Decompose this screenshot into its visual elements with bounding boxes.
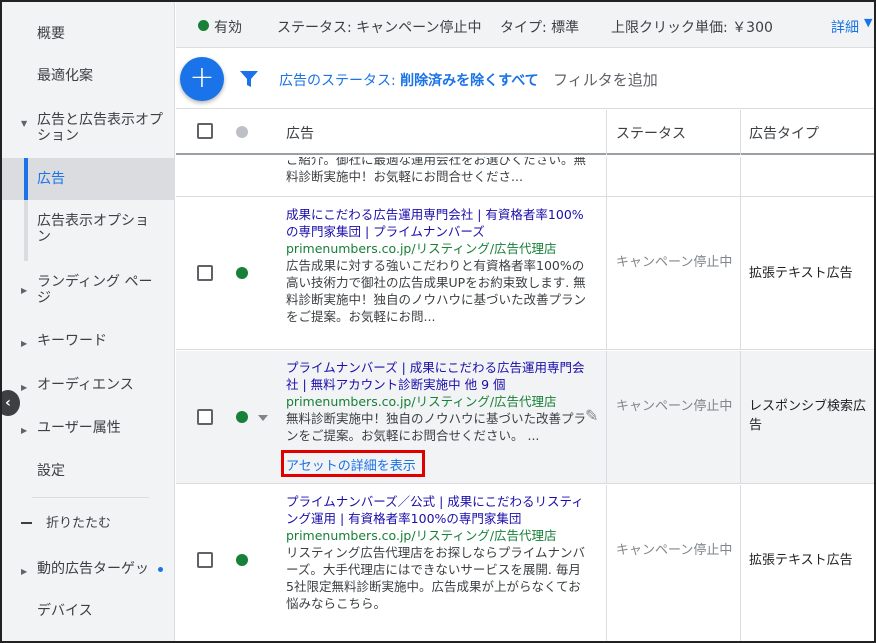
sidebar: 概要 最適化案 ▶ 広告と広告表示オプ ション 広告 広告表示オプショ ン ▶ … — [2, 2, 175, 641]
row-checkbox[interactable] — [197, 552, 213, 568]
ad-headline-link[interactable]: プライムナンバーズ | 成果にこだわる広告運用専門会社 | 無料アカウント診断実… — [286, 359, 586, 393]
ad-type: レスポンシブ検索広告 — [749, 399, 867, 433]
sidebar-item-settings[interactable]: 設定 — [2, 463, 174, 483]
add-filter-button[interactable]: フィルタを追加 — [553, 69, 658, 90]
filter-icon[interactable] — [239, 69, 259, 89]
ad-description: ご紹介。御社に最適な運用会社をお選びください。無料診断実施中！お気軽にお問合せく… — [286, 157, 587, 184]
ad-headline-link[interactable]: 成果にこだわる広告運用専門会社 | 有資格者率100%の専門家集団 | プライム… — [286, 206, 586, 240]
ad-status: キャンペーン停止中 — [616, 543, 733, 558]
minus-icon — [21, 522, 32, 524]
ad-description: 広告成果に対する強いこだわりと有資格者率100%の高い技術力で御社の広告成果UP… — [286, 258, 587, 324]
ad-status: キャンペーン停止中 — [616, 399, 733, 414]
ad-description: 無料診断実施中！独自のノウハウに基づいた改善プランをご提案。お気軽にお問合せくだ… — [286, 411, 587, 443]
ad-cell: ご紹介。御社に最適な運用会社をお選びください。無料診断実施中！お気軽にお問合せく… — [286, 157, 586, 185]
enabled-status-icon — [236, 554, 248, 566]
add-ad-button[interactable]: + — [180, 57, 224, 101]
ad-type: 拡張テキスト広告 — [749, 553, 853, 568]
ad-cell: 成果にこだわる広告運用専門会社 | 有資格者率100%の専門家集団 | プライム… — [286, 206, 586, 325]
ad-description: リスティング広告代理店をお探しならプライムナンバーズ。大手代理店にはできないサー… — [286, 545, 586, 611]
table-header: 広告 ステータス 広告タイプ — [176, 110, 874, 155]
sidebar-item-devices[interactable]: デバイス — [2, 603, 174, 623]
sidebar-item-audiences[interactable]: ▶ オーディエンス — [2, 377, 174, 397]
status-filter-chip[interactable]: 広告のステータス: 削除済みを除くすべて — [279, 70, 539, 90]
sidebar-item-demographics[interactable]: ▶ ユーザー属性 — [2, 420, 174, 440]
select-all-checkbox[interactable] — [197, 123, 213, 139]
ad-url: primenumbers.co.jp/リスティング/広告代理店 — [286, 241, 557, 256]
sidebar-item-ads-extensions[interactable]: ▶ 広告と広告表示オプ ション — [2, 112, 174, 146]
ads-page: 概要 最適化案 ▶ 広告と広告表示オプ ション 広告 広告表示オプショ ン ▶ … — [0, 0, 876, 643]
column-header-type[interactable]: 広告タイプ — [749, 123, 819, 143]
chevron-right-icon: ▶ — [21, 567, 28, 576]
ad-status: キャンペーン停止中 — [616, 255, 733, 270]
status-dropdown-icon[interactable] — [258, 415, 268, 421]
column-header-status[interactable]: ステータス — [616, 123, 686, 143]
enabled-status-icon — [236, 267, 248, 279]
table-row[interactable]: 成果にこだわる広告運用専門会社 | 有資格者率100%の専門家集団 | プライム… — [176, 197, 874, 350]
ad-cell: プライムナンバーズ／公式 | 成果にこだわるリスティング運用 | 有資格者率10… — [286, 493, 586, 612]
view-asset-details-link[interactable]: アセットの詳細を表示 — [286, 455, 416, 474]
row-checkbox[interactable] — [197, 409, 213, 425]
chevron-right-icon: ▶ — [21, 339, 28, 348]
column-divider — [606, 110, 607, 155]
sidebar-item-keywords[interactable]: ▶ キーワード — [2, 333, 174, 353]
row-checkbox[interactable] — [197, 265, 213, 281]
ad-url: primenumbers.co.jp/リスティング/広告代理店 — [286, 528, 557, 543]
sidebar-item-extensions[interactable]: 広告表示オプショ ン — [2, 213, 174, 247]
sidebar-item-dynamic-ad-targets[interactable]: ▶ 動的広告ターゲッ — [2, 561, 174, 581]
table-row[interactable]: ご紹介。御社に最適な運用会社をお選びください。無料診断実施中！お気軽にお問合せく… — [176, 157, 874, 197]
notification-dot-icon — [158, 567, 163, 572]
active-indicator — [24, 158, 28, 200]
campaign-state: 有効 — [214, 20, 242, 36]
chevron-right-icon: ▶ — [21, 286, 28, 295]
status-column-icon — [236, 126, 248, 138]
campaign-status: ステータス: キャンペーン停止中 — [277, 20, 482, 36]
details-link[interactable]: 詳細 — [831, 17, 859, 37]
column-divider — [740, 110, 741, 155]
enabled-status-icon — [236, 411, 248, 423]
max-cpc: 上限クリック単価: ￥300 — [611, 20, 773, 36]
chevron-down-icon[interactable]: ▼ — [864, 16, 872, 29]
chevron-down-icon: ▶ — [20, 120, 30, 128]
edit-pencil-icon[interactable]: ✎ — [585, 406, 598, 425]
sidebar-item-overview[interactable]: 概要 — [2, 26, 174, 46]
sidebar-collapse-button[interactable]: 折りたたむ — [2, 516, 174, 536]
sidebar-item-recommendations[interactable]: 最適化案 — [2, 68, 174, 88]
sidebar-item-landing-pages[interactable]: ▶ ランディング ペー ジ — [2, 274, 174, 308]
table-row[interactable]: プライムナンバーズ／公式 | 成果にこだわるリスティング運用 | 有資格者率10… — [176, 485, 874, 641]
ad-headline-link[interactable]: プライムナンバーズ／公式 | 成果にこだわるリスティング運用 | 有資格者率10… — [286, 493, 586, 527]
chevron-right-icon: ▶ — [21, 426, 28, 435]
campaign-type: タイプ: 標準 — [500, 20, 580, 36]
enabled-status-icon — [198, 20, 209, 31]
ad-cell: プライムナンバーズ | 成果にこだわる広告運用専門会社 | 無料アカウント診断実… — [286, 359, 586, 444]
ad-url: primenumbers.co.jp/リスティング/広告代理店 — [286, 394, 557, 409]
ad-type: 拡張テキスト広告 — [749, 266, 853, 281]
chevron-right-icon: ▶ — [21, 383, 28, 392]
sidebar-divider — [32, 497, 149, 498]
column-header-ad[interactable]: 広告 — [286, 123, 314, 143]
